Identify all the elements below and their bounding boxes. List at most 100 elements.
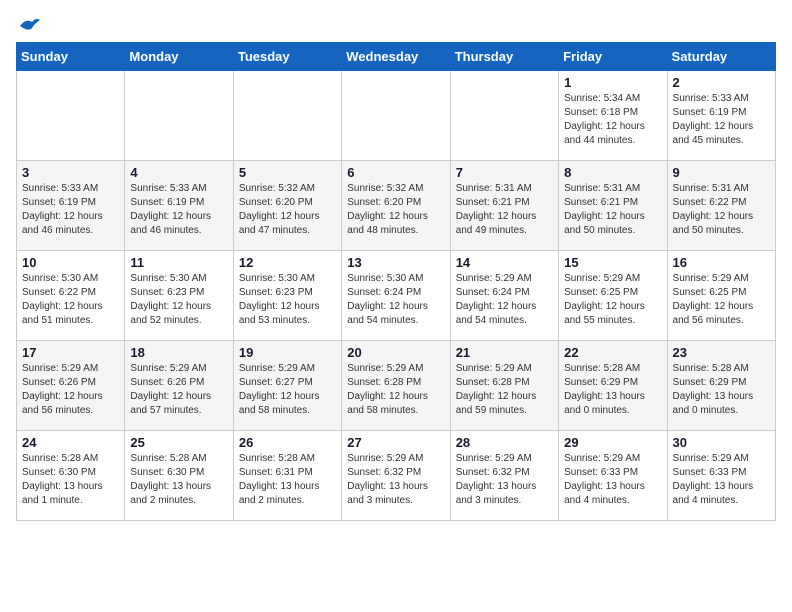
day-cell-8: 8 Sunrise: 5:31 AM Sunset: 6:21 PM Daylig… — [559, 161, 667, 251]
day-cell-23: 23 Sunrise: 5:28 AM Sunset: 6:29 PM Dayli… — [667, 341, 775, 431]
day-cell-2: 2Sunrise: 5:33 AM Sunset: 6:19 PM Daylig… — [667, 71, 775, 161]
day-cell-14: 14Sunrise: 5:29 AM Sunset: 6:24 PM Dayli… — [450, 251, 558, 341]
day-number: 16 — [673, 255, 770, 270]
day-number: 26 — [239, 435, 336, 450]
day-number: 30 — [673, 435, 770, 450]
day-cell-18: 18 Sunrise: 5:29 AM Sunset: 6:26 PM Dayli… — [125, 341, 233, 431]
day-info: Sunrise: 5:30 AM Sunset: 6:22 PM Dayligh… — [22, 272, 119, 328]
day-info: Sunrise: 5:31 AM Sunset: 6:21 PM Dayligh… — [456, 182, 553, 238]
day-number: 21 — [456, 345, 553, 360]
day-cell-6: 6 Sunrise: 5:32 AM Sunset: 6:20 PM Daylig… — [342, 161, 450, 251]
day-info: Sunrise: 5:29 AM Sunset: 6:25 PM Dayligh… — [673, 272, 770, 328]
day-info: Sunrise: 5:29 AM Sunset: 6:33 PM Dayligh… — [673, 452, 770, 508]
day-number: 20 — [347, 345, 444, 360]
day-number: 10 — [22, 255, 119, 270]
day-number: 28 — [456, 435, 553, 450]
day-cell-10: 10 Sunrise: 5:30 AM Sunset: 6:22 PM Dayli… — [17, 251, 125, 341]
day-info: Sunrise: 5:29 AM Sunset: 6:27 PM Dayligh… — [239, 362, 336, 418]
week-row-5: 24 Sunrise: 5:28 AM Sunset: 6:30 PM Dayli… — [17, 431, 776, 521]
day-cell-3: 3 Sunrise: 5:33 AM Sunset: 6:19 PM Daylig… — [17, 161, 125, 251]
day-number: 22 — [564, 345, 661, 360]
week-row-2: 3 Sunrise: 5:33 AM Sunset: 6:19 PM Daylig… — [17, 161, 776, 251]
day-cell-4: 4 Sunrise: 5:33 AM Sunset: 6:19 PM Daylig… — [125, 161, 233, 251]
weekday-header-saturday: Saturday — [667, 43, 775, 71]
day-cell-29: 29Sunrise: 5:29 AM Sunset: 6:33 PM Dayli… — [559, 431, 667, 521]
day-info: Sunrise: 5:29 AM Sunset: 6:26 PM Dayligh… — [130, 362, 227, 418]
day-info: Sunrise: 5:32 AM Sunset: 6:20 PM Dayligh… — [239, 182, 336, 238]
day-info: Sunrise: 5:32 AM Sunset: 6:20 PM Dayligh… — [347, 182, 444, 238]
day-number: 5 — [239, 165, 336, 180]
day-cell-11: 11 Sunrise: 5:30 AM Sunset: 6:23 PM Dayli… — [125, 251, 233, 341]
day-cell-28: 28 Sunrise: 5:29 AM Sunset: 6:32 PM Dayli… — [450, 431, 558, 521]
day-number: 8 — [564, 165, 661, 180]
day-number: 27 — [347, 435, 444, 450]
weekday-header-row: SundayMondayTuesdayWednesdayThursdayFrid… — [17, 43, 776, 71]
day-info: Sunrise: 5:31 AM Sunset: 6:21 PM Dayligh… — [564, 182, 661, 238]
day-number: 23 — [673, 345, 770, 360]
day-info: Sunrise: 5:29 AM Sunset: 6:28 PM Dayligh… — [456, 362, 553, 418]
header — [16, 16, 776, 36]
weekday-header-monday: Monday — [125, 43, 233, 71]
day-number: 9 — [673, 165, 770, 180]
day-cell-25: 25 Sunrise: 5:28 AM Sunset: 6:30 PM Dayli… — [125, 431, 233, 521]
day-number: 25 — [130, 435, 227, 450]
week-row-3: 10 Sunrise: 5:30 AM Sunset: 6:22 PM Dayli… — [17, 251, 776, 341]
day-info: Sunrise: 5:29 AM Sunset: 6:25 PM Dayligh… — [564, 272, 661, 328]
logo-bird-icon — [18, 16, 42, 36]
day-number: 6 — [347, 165, 444, 180]
day-number: 11 — [130, 255, 227, 270]
weekday-header-thursday: Thursday — [450, 43, 558, 71]
weekday-header-friday: Friday — [559, 43, 667, 71]
day-number: 17 — [22, 345, 119, 360]
empty-cell — [125, 71, 233, 161]
day-info: Sunrise: 5:34 AM Sunset: 6:18 PM Dayligh… — [564, 92, 661, 148]
empty-cell — [450, 71, 558, 161]
day-info: Sunrise: 5:28 AM Sunset: 6:29 PM Dayligh… — [564, 362, 661, 418]
day-cell-21: 21 Sunrise: 5:29 AM Sunset: 6:28 PM Dayli… — [450, 341, 558, 431]
day-info: Sunrise: 5:33 AM Sunset: 6:19 PM Dayligh… — [22, 182, 119, 238]
day-info: Sunrise: 5:29 AM Sunset: 6:28 PM Dayligh… — [347, 362, 444, 418]
day-cell-26: 26Sunrise: 5:28 AM Sunset: 6:31 PM Dayli… — [233, 431, 341, 521]
day-number: 24 — [22, 435, 119, 450]
week-row-4: 17 Sunrise: 5:29 AM Sunset: 6:26 PM Dayli… — [17, 341, 776, 431]
day-cell-24: 24Sunrise: 5:28 AM Sunset: 6:30 PM Dayli… — [17, 431, 125, 521]
day-number: 3 — [22, 165, 119, 180]
day-cell-12: 12 Sunrise: 5:30 AM Sunset: 6:23 PM Dayli… — [233, 251, 341, 341]
day-cell-16: 16 Sunrise: 5:29 AM Sunset: 6:25 PM Dayli… — [667, 251, 775, 341]
day-info: Sunrise: 5:33 AM Sunset: 6:19 PM Dayligh… — [130, 182, 227, 238]
empty-cell — [17, 71, 125, 161]
day-info: Sunrise: 5:29 AM Sunset: 6:32 PM Dayligh… — [456, 452, 553, 508]
day-number: 7 — [456, 165, 553, 180]
day-number: 14 — [456, 255, 553, 270]
week-row-1: 1 Sunrise: 5:34 AM Sunset: 6:18 PM Daylig… — [17, 71, 776, 161]
empty-cell — [342, 71, 450, 161]
day-cell-22: 22 Sunrise: 5:28 AM Sunset: 6:29 PM Dayli… — [559, 341, 667, 431]
day-cell-19: 19 Sunrise: 5:29 AM Sunset: 6:27 PM Dayli… — [233, 341, 341, 431]
day-number: 12 — [239, 255, 336, 270]
day-cell-30: 30 Sunrise: 5:29 AM Sunset: 6:33 PM Dayli… — [667, 431, 775, 521]
day-info: Sunrise: 5:29 AM Sunset: 6:32 PM Dayligh… — [347, 452, 444, 508]
logo — [16, 16, 42, 36]
day-number: 4 — [130, 165, 227, 180]
day-info: Sunrise: 5:29 AM Sunset: 6:26 PM Dayligh… — [22, 362, 119, 418]
day-info: Sunrise: 5:28 AM Sunset: 6:30 PM Dayligh… — [130, 452, 227, 508]
day-number: 1 — [564, 75, 661, 90]
day-cell-13: 13Sunrise: 5:30 AM Sunset: 6:24 PM Dayli… — [342, 251, 450, 341]
day-info: Sunrise: 5:28 AM Sunset: 6:29 PM Dayligh… — [673, 362, 770, 418]
empty-cell — [233, 71, 341, 161]
day-info: Sunrise: 5:33 AM Sunset: 6:19 PM Dayligh… — [673, 92, 770, 148]
day-info: Sunrise: 5:30 AM Sunset: 6:23 PM Dayligh… — [239, 272, 336, 328]
day-cell-1: 1 Sunrise: 5:34 AM Sunset: 6:18 PM Daylig… — [559, 71, 667, 161]
day-number: 29 — [564, 435, 661, 450]
day-cell-5: 5 Sunrise: 5:32 AM Sunset: 6:20 PM Daylig… — [233, 161, 341, 251]
day-info: Sunrise: 5:30 AM Sunset: 6:23 PM Dayligh… — [130, 272, 227, 328]
calendar-table: SundayMondayTuesdayWednesdayThursdayFrid… — [16, 42, 776, 521]
weekday-header-tuesday: Tuesday — [233, 43, 341, 71]
day-info: Sunrise: 5:31 AM Sunset: 6:22 PM Dayligh… — [673, 182, 770, 238]
day-number: 18 — [130, 345, 227, 360]
day-number: 15 — [564, 255, 661, 270]
day-number: 19 — [239, 345, 336, 360]
day-cell-15: 15 Sunrise: 5:29 AM Sunset: 6:25 PM Dayli… — [559, 251, 667, 341]
day-cell-17: 17 Sunrise: 5:29 AM Sunset: 6:26 PM Dayli… — [17, 341, 125, 431]
day-cell-7: 7 Sunrise: 5:31 AM Sunset: 6:21 PM Daylig… — [450, 161, 558, 251]
